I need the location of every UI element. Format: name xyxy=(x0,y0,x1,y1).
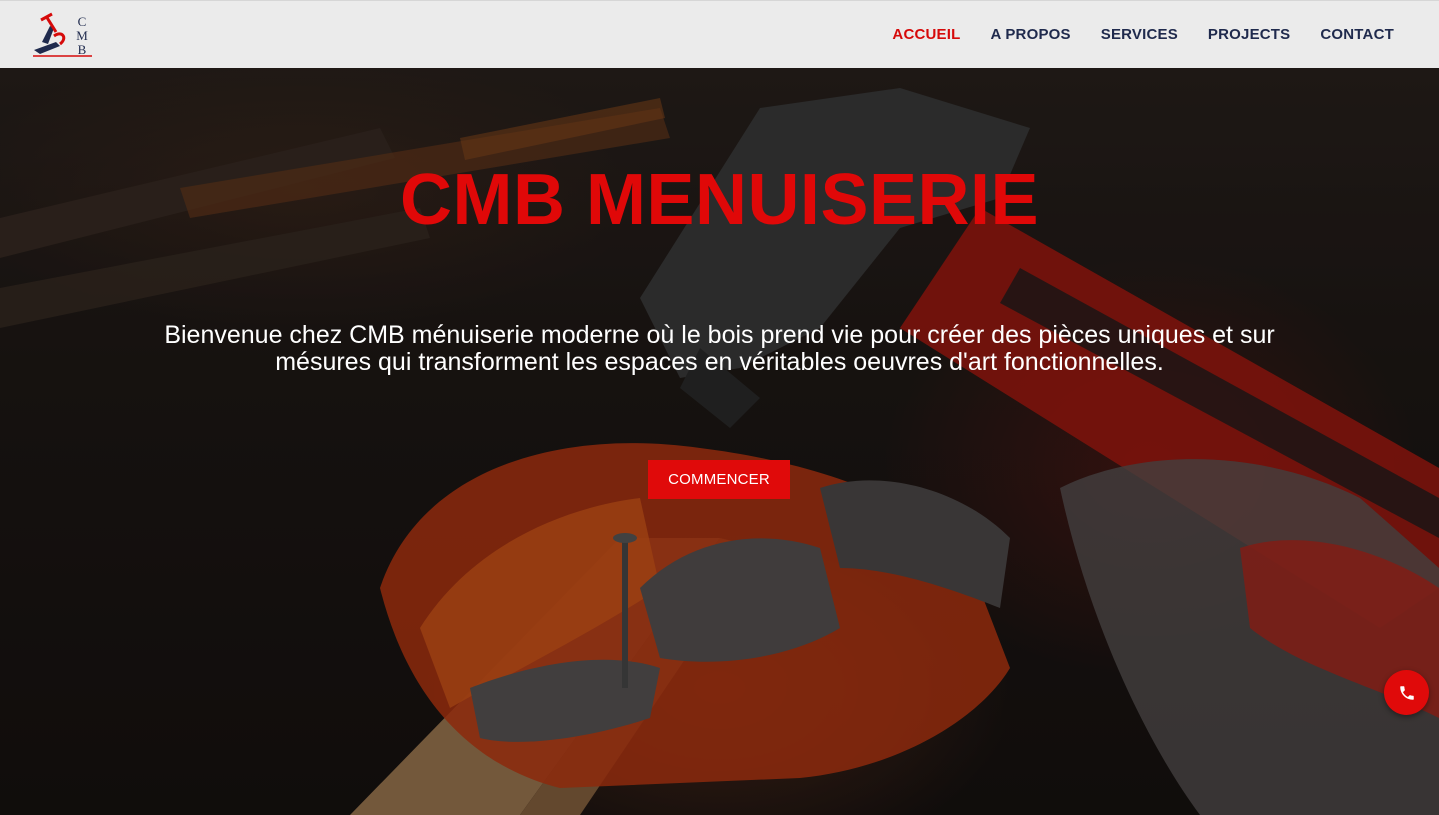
hero-section: CMB MENUISERIE Bienvenue chez CMB ménuis… xyxy=(0,68,1439,815)
site-header: C M B ACCUEIL A PROPOS SERVICES PROJECTS… xyxy=(0,0,1439,68)
nav-item-projects[interactable]: PROJECTS xyxy=(1208,26,1290,43)
svg-text:B: B xyxy=(78,42,87,57)
logo[interactable]: C M B xyxy=(30,12,94,58)
phone-button[interactable] xyxy=(1384,670,1429,715)
phone-icon xyxy=(1399,685,1414,700)
svg-text:M: M xyxy=(76,28,88,43)
svg-text:C: C xyxy=(78,14,87,29)
nav-item-a-propos[interactable]: A PROPOS xyxy=(991,26,1071,43)
main-nav: ACCUEIL A PROPOS SERVICES PROJECTS CONTA… xyxy=(892,26,1394,43)
nav-item-accueil[interactable]: ACCUEIL xyxy=(892,26,960,43)
hero-description: Bienvenue chez CMB ménuiserie moderne où… xyxy=(164,321,1275,376)
commencer-button[interactable]: COMMENCER xyxy=(648,460,790,499)
nav-item-services[interactable]: SERVICES xyxy=(1101,26,1178,43)
nav-item-contact[interactable]: CONTACT xyxy=(1320,26,1394,43)
hero-title: CMB MENUISERIE xyxy=(399,160,1040,240)
